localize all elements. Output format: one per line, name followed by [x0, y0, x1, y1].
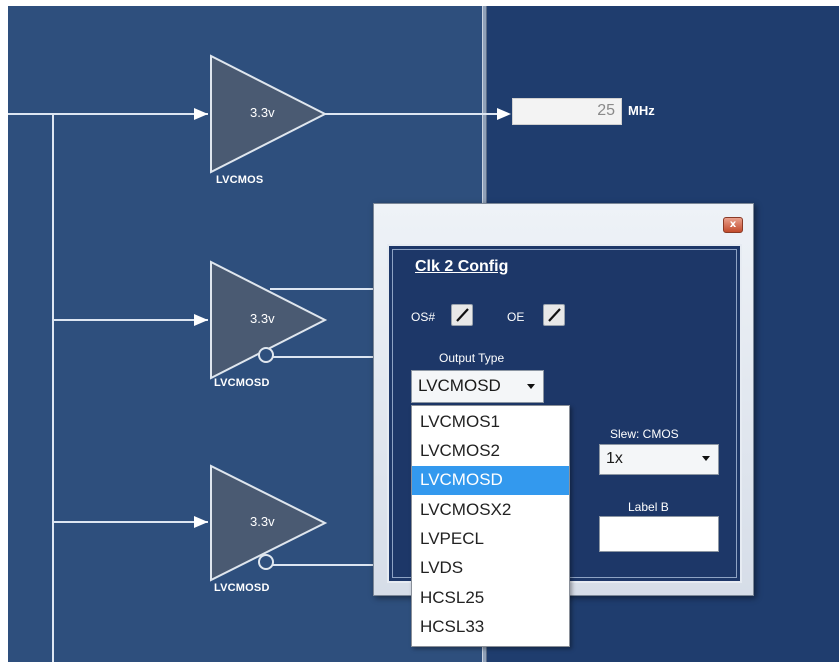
- buffer-voltage: 3.3v: [250, 311, 275, 326]
- edit-icon: [548, 308, 561, 322]
- buffer-type-label: LVCMOS: [216, 174, 264, 186]
- dropdown-option[interactable]: LVPECL: [412, 525, 569, 554]
- slew-select[interactable]: 1x: [599, 444, 719, 475]
- dropdown-option[interactable]: HCSL25: [412, 584, 569, 613]
- oe-checkbox[interactable]: [543, 304, 565, 326]
- output-type-select[interactable]: LVCMOSD: [411, 370, 544, 403]
- arrow-icon: [194, 108, 208, 120]
- dropdown-option[interactable]: LVCMOS1: [412, 408, 569, 437]
- chevron-down-icon: [702, 456, 710, 461]
- os-label: OS#: [411, 310, 436, 324]
- buffer-voltage: 3.3v: [250, 514, 275, 529]
- oe-label: OE: [507, 310, 525, 324]
- slew-value: 1x: [606, 450, 623, 467]
- dropdown-option-selected[interactable]: LVCMOSD: [412, 466, 569, 495]
- output-type-dropdown: LVCMOS1 LVCMOS2 LVCMOSD LVCMOSX2 LVPECL …: [411, 405, 570, 647]
- buffer-type-label: LVCMOSD: [214, 377, 270, 389]
- chevron-down-icon: [527, 384, 535, 389]
- label-b-input[interactable]: [599, 516, 719, 552]
- inversion-bubble: [258, 554, 274, 570]
- edit-icon: [456, 308, 469, 322]
- buffer-voltage: 3.3v: [250, 105, 275, 120]
- label-b-label: Label B: [628, 500, 669, 514]
- dropdown-option[interactable]: LVDS: [412, 554, 569, 583]
- frequency-output-field[interactable]: 25: [512, 98, 622, 125]
- dropdown-option[interactable]: HCSL33: [412, 613, 569, 642]
- arrow-icon: [194, 314, 208, 326]
- dropdown-option[interactable]: LVCMOSX2: [412, 496, 569, 525]
- arrow-icon: [194, 516, 208, 528]
- arrow-icon: [497, 108, 511, 120]
- dropdown-option[interactable]: LVCMOS2: [412, 437, 569, 466]
- os-checkbox[interactable]: [451, 304, 473, 326]
- output-type-label: Output Type: [439, 351, 505, 365]
- inversion-bubble: [258, 347, 274, 363]
- frequency-unit: MHz: [628, 103, 655, 118]
- output-type-value: LVCMOSD: [418, 376, 501, 395]
- close-button[interactable]: x: [723, 217, 743, 233]
- slew-label: Slew: CMOS: [610, 427, 679, 441]
- buffer-type-label: LVCMOSD: [214, 582, 270, 594]
- dialog-title: Clk 2 Config: [415, 258, 509, 275]
